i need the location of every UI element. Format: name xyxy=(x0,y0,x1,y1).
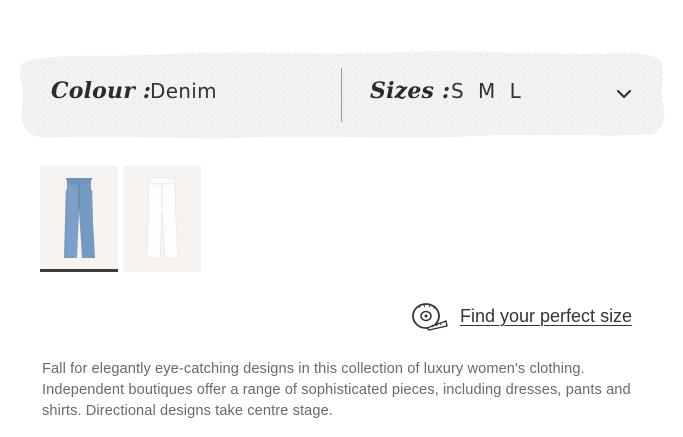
colour-value[interactable]: Denim xyxy=(150,79,217,103)
sizes-value[interactable]: S M L xyxy=(451,79,525,103)
thumbnail-white-jeans[interactable] xyxy=(123,166,201,272)
denim-jeans-image xyxy=(40,166,118,269)
thumbnail-denim-jeans[interactable] xyxy=(40,166,118,272)
size-guide-text[interactable]: Find your perfect size xyxy=(460,306,632,327)
sizes-label: Sizes : xyxy=(370,78,451,104)
product-description: Fall for elegantly eye-catching designs … xyxy=(42,361,631,419)
size-guide-link[interactable]: Find your perfect size xyxy=(411,300,632,332)
chevron-down-icon[interactable] xyxy=(614,84,634,104)
selected-indicator xyxy=(40,269,118,272)
product-options-bar: Colour : Denim Sizes : S M L xyxy=(18,48,666,140)
white-jeans-image xyxy=(123,166,201,269)
options-divider xyxy=(341,68,342,122)
colour-label: Colour : xyxy=(51,78,152,104)
measuring-tape-icon xyxy=(412,303,448,331)
